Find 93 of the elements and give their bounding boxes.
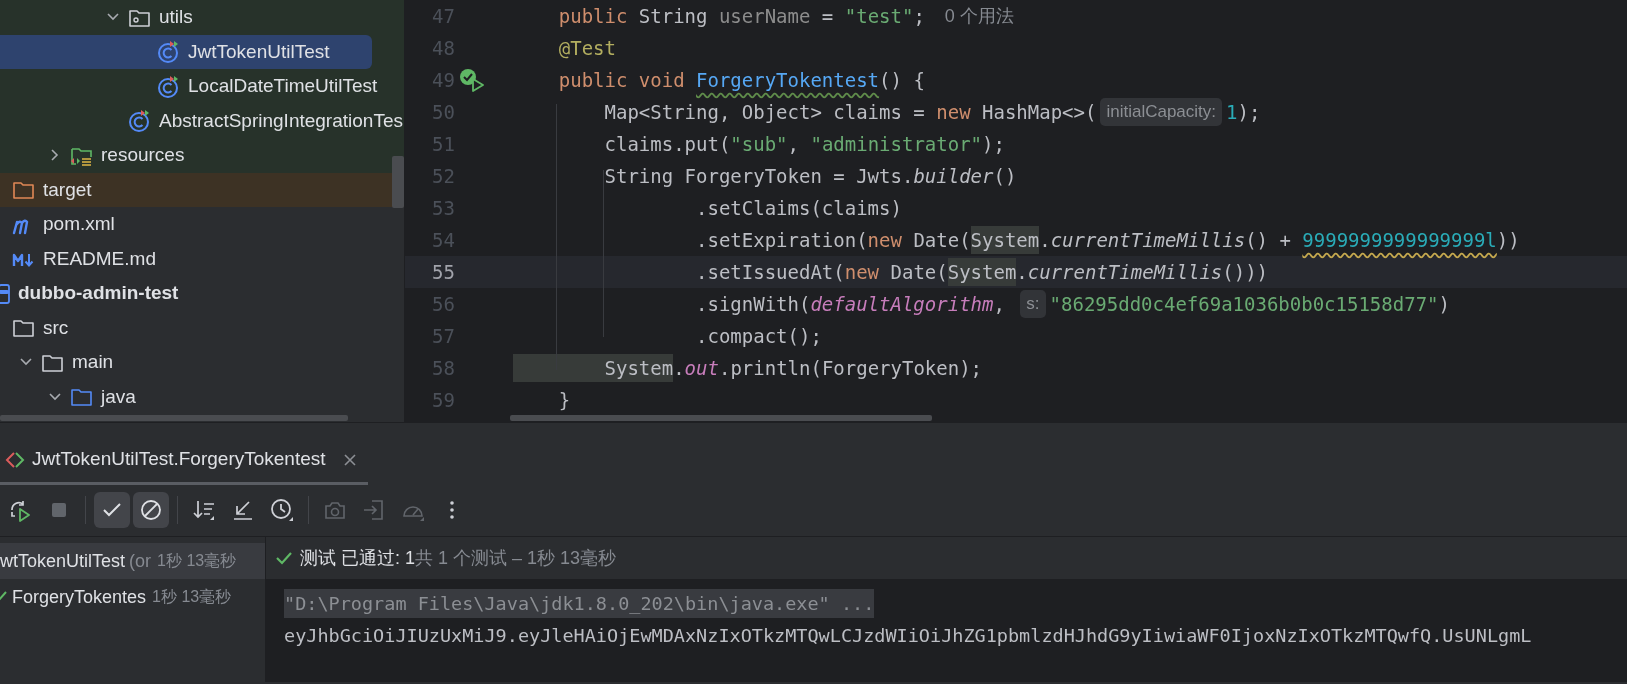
code-text: } [557,387,571,413]
code-text: .setClaims(claims) [695,195,902,221]
code-text: () + [1245,227,1292,253]
line-number: 55 [431,259,455,285]
code-text: Date( [912,227,971,253]
code-text: ); [1237,99,1261,125]
duration: 1秒 13毫秒 [152,587,232,607]
code-text: .println(ForgeryToken); [718,355,983,381]
code-text: ; [913,3,925,29]
number-literal: 9999999999999999l [1302,227,1497,253]
parameter-hint: s: [1020,290,1046,318]
duration: 1秒 13毫秒 [157,551,237,571]
test-run-icon [4,449,26,470]
keyword: public void [557,67,686,93]
tree-item[interactable]: utils [0,0,388,35]
static-field: out [684,353,719,383]
tree-item[interactable]: LocalDateTimeUtilTest [0,69,388,104]
clock-icon [270,498,294,522]
code-text: ) [1438,291,1450,317]
code-text: .setExpiration( [695,227,868,253]
class-icon [157,40,180,64]
code-text: , [787,131,800,157]
method-call: builder [913,163,994,189]
test-summary: 共 1 个测试 – 1秒 13毫秒 [415,546,617,570]
arrow-icon [231,498,255,522]
code-text: = [820,3,835,29]
string-literal: "administrator" [810,131,983,157]
scrollbar-thumb[interactable] [392,156,404,208]
code-text: . [1016,259,1028,285]
code-text: HashMap<>( [981,99,1097,125]
test-tree-item[interactable]: ForgeryTokentes 1秒 13毫秒 [0,579,265,615]
keyword: new [936,99,971,125]
code-text: .signWith( [695,291,811,317]
keyword: new [867,227,902,253]
code-text: () [993,163,1017,189]
tree-item[interactable]: java [0,379,388,414]
code-text: ())) [1222,259,1269,285]
class-icon [128,109,151,133]
prohibited-icon [139,498,163,522]
tree-item[interactable]: src [0,310,388,345]
console-output: eyJhbGciOiJIUzUxMiJ9.eyJleHAiOjEwMDAxNzIxOTkzMTQwLCJzdWIiOiJhZG1pbmlzdHJhdG9yIiwiaWF0IjoxNzIxOTkzMTQwfQ.UsUNLgmL [284,624,1533,648]
usage-hint: 0 个用法 [944,4,1014,28]
check-button[interactable] [94,492,130,528]
test-detail: (or [129,549,152,573]
code-text: .compact(); [695,323,822,349]
run-tab[interactable]: JwtTokenUtilTest.ForgeryTokentest [0,437,368,485]
tree-item[interactable]: main [0,345,388,380]
code-text: String ForgeryToken = Jwts. [603,163,914,189]
import-icon [362,498,386,522]
code-text: ); [982,131,1005,157]
code-text: )) [1496,227,1520,253]
method-call: currentTimeMillis [1050,227,1246,253]
code-text: claims.put( [603,131,731,157]
parameter-hint: initialCapacity: [1100,98,1223,126]
tree-item[interactable]: resources [0,138,388,173]
code-text: . [673,355,685,381]
code-text: Date( [889,259,948,285]
test-tree-item[interactable]: wtTokenUtilTest (or 1秒 13毫秒 [0,543,265,579]
tree-item[interactable]: target [0,172,388,207]
code-text: String [637,3,709,29]
code-text: . [1039,227,1051,253]
tree-item[interactable]: JwtTokenUtilTest [0,34,372,69]
test-result: 测试 已通过: 1 [300,546,415,570]
scrollbar-thumb[interactable] [0,415,348,421]
class-name: System [947,257,1017,287]
sort-icon [192,498,216,522]
class-name: System [513,353,674,383]
rerun-icon [8,498,32,522]
scrollbar-thumb[interactable] [510,415,932,421]
method-call: currentTimeMillis [1027,259,1223,285]
method-name: ForgeryTokentest [696,67,880,93]
field-name: userName [718,3,811,29]
prohibited-button[interactable] [133,492,169,528]
class-icon [157,74,180,98]
number-literal: 1 [1226,99,1238,125]
code-text: .setIssuedAt( [695,259,845,285]
code-text: Map<String, Object> claims = [603,99,926,125]
static-field: defaultAlgorithm [810,289,994,319]
tree-item[interactable]: AbstractSpringIntegrationTes [0,103,403,138]
code-text: , [993,291,1006,317]
tree-item[interactable]: pom.xml [0,207,388,242]
tree-item[interactable]: README.md [0,241,388,276]
tree-item[interactable]: dubbo-admin-test [0,276,388,311]
string-literal: "86295dd0c4ef69a1036b0b0c15158d77" [1049,291,1439,317]
more-icon [449,500,455,520]
class-name: System [970,225,1040,255]
string-literal: "sub" [730,131,788,157]
keyword: public [557,3,628,29]
string-literal: "test" [844,3,914,29]
annotation: @Test [557,35,616,61]
close-icon [341,451,358,468]
keyword: new [844,259,880,285]
code-text: () { [879,67,925,93]
